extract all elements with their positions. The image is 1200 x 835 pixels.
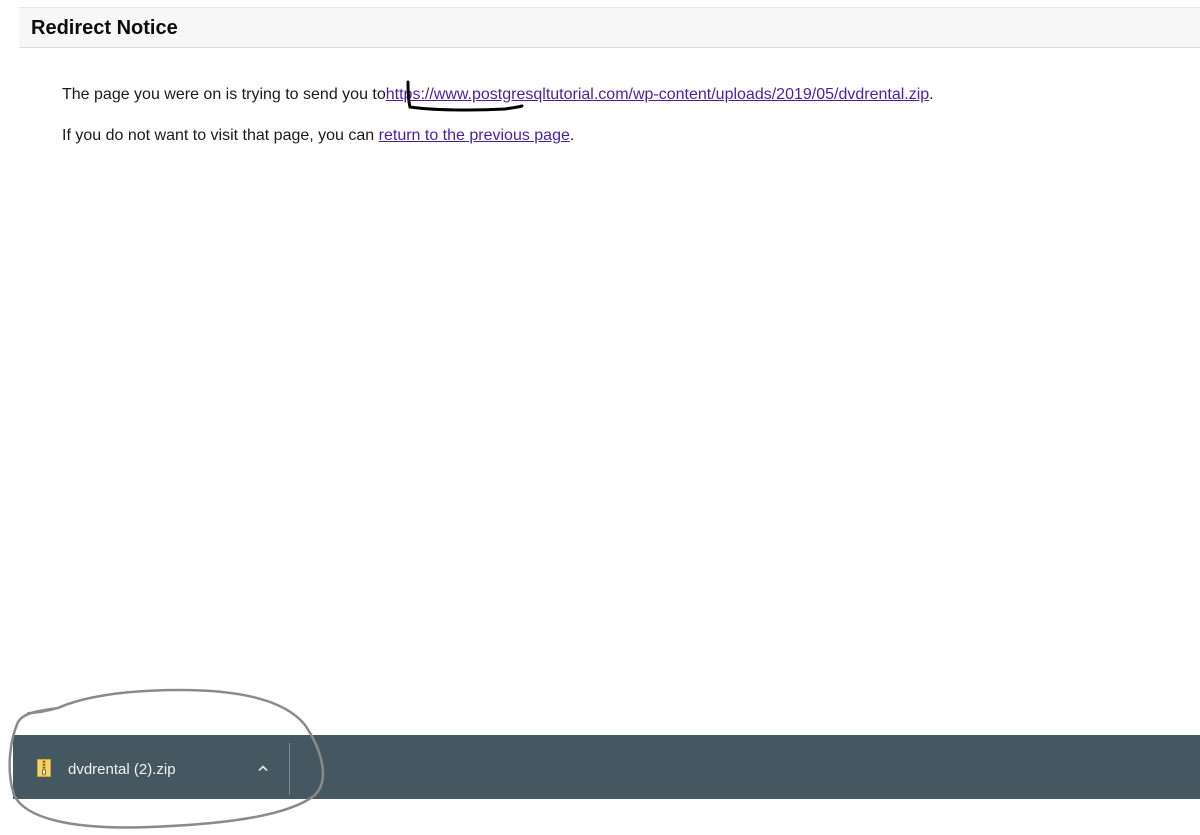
download-filename: dvdrental (2).zip	[68, 761, 176, 778]
chevron-up-icon	[258, 765, 268, 772]
return-previous-page-link[interactable]: return to the previous page	[379, 127, 570, 144]
annotation-layer	[8, 80, 524, 829]
hand-drawn-circle-tail-annotation	[27, 707, 59, 714]
download-options-button[interactable]	[251, 755, 275, 779]
page-title: Redirect Notice	[31, 17, 178, 39]
zip-file-icon	[37, 759, 51, 777]
download-item[interactable]: dvdrental (2).zip	[13, 735, 289, 799]
download-shelf: dvdrental (2).zip	[13, 735, 1200, 799]
redirect-notice-page: Redirect Notice The page you were on is …	[0, 0, 1200, 835]
return-message-text: If you do not want to visit that page, y…	[62, 127, 379, 144]
redirect-url-link[interactable]: https://www.postgresqltutorial.com/wp-co…	[386, 86, 929, 103]
download-separator	[289, 743, 290, 795]
redirect-message-text: The page you were on is trying to send y…	[62, 86, 386, 103]
return-message: If you do not want to visit that page, y…	[62, 127, 574, 145]
redirect-message: The page you were on is trying to send y…	[62, 86, 934, 104]
redirect-message-period: .	[929, 86, 934, 103]
return-message-period: .	[569, 127, 575, 144]
notice-header: Redirect Notice	[19, 7, 1200, 48]
